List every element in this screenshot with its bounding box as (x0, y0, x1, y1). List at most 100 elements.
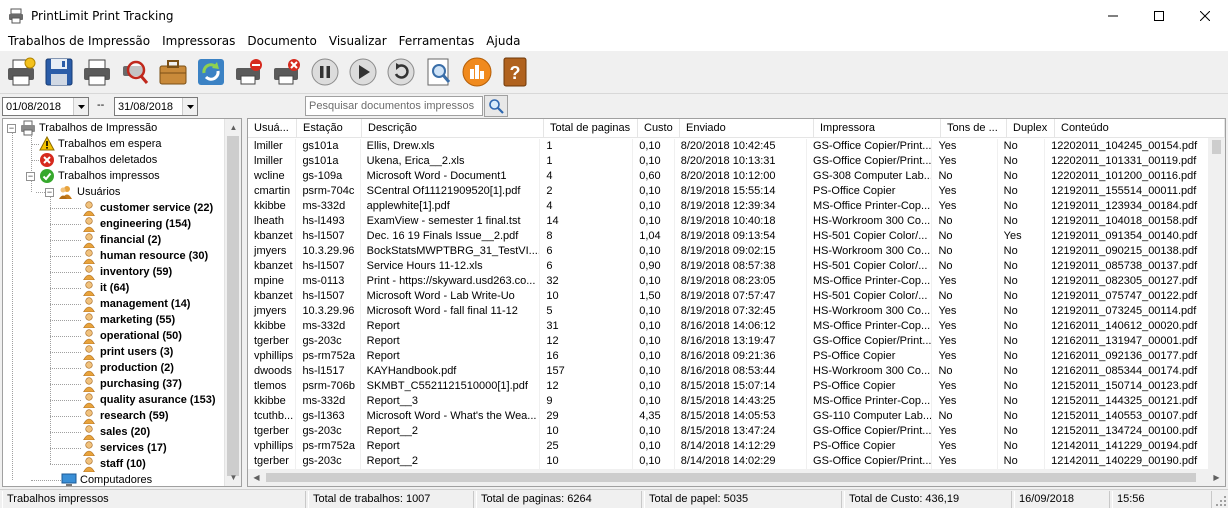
column-header[interactable]: Enviado (680, 119, 814, 138)
save-button[interactable] (41, 54, 77, 90)
table-horizontal-scrollbar[interactable]: ◀ ▶ (248, 469, 1225, 486)
column-header[interactable]: Tons de ... (941, 119, 1007, 138)
scrollbar-thumb[interactable] (1212, 140, 1221, 154)
scroll-down-arrow[interactable]: ▼ (225, 469, 241, 486)
table-row[interactable]: wcline gs-109a Microsoft Word - Document1 4… (248, 169, 1213, 184)
table-row[interactable]: tgerber gs-203c Report__2 10 0,10 8/15/2018 1… (248, 424, 1213, 439)
tree-node-user-group[interactable]: purchasing (37) (81, 376, 182, 392)
tree-node-computers[interactable]: Computadores (61, 472, 152, 486)
resize-grip-icon[interactable] (1215, 495, 1227, 507)
expand-collapse-toggle[interactable]: − (7, 123, 16, 133)
refresh-button[interactable] (193, 54, 229, 90)
print-button[interactable] (79, 54, 115, 90)
column-header[interactable]: Duplex (1007, 119, 1055, 138)
table-row[interactable]: mpine ms-0113 Print - https://skyward.usd2… (248, 274, 1213, 289)
tree-node-user-group[interactable]: services (17) (81, 440, 167, 456)
column-header[interactable]: Custo (638, 119, 680, 138)
table-row[interactable]: kbanzet hs-l1507 Dec. 16 19 Finals Issue__… (248, 229, 1213, 244)
tree-connector (50, 197, 51, 464)
date-to-picker[interactable]: 31/08/2018 (114, 97, 198, 116)
column-header[interactable]: Usuá... (248, 119, 297, 138)
maximize-button[interactable] (1136, 0, 1182, 32)
tree-node-user-group[interactable]: print users (3) (81, 344, 173, 360)
table-row[interactable]: vphillips ps-rm752a Report 16 0,10 8/16/2018 … (248, 349, 1213, 364)
chevron-down-icon[interactable] (182, 98, 197, 115)
table-row[interactable]: lmiller gs101a Ukena, Erica__2.xls 1 0,10 8/2… (248, 154, 1213, 169)
menu-document[interactable]: Documento (241, 32, 323, 51)
scrollbar-thumb[interactable] (227, 136, 239, 476)
delete-printer-button[interactable] (269, 54, 305, 90)
preview-button[interactable] (421, 54, 457, 90)
tree-node-user-group[interactable]: management (14) (81, 296, 190, 312)
play-button[interactable] (345, 54, 381, 90)
tree-node-user-group[interactable]: marketing (55) (81, 312, 175, 328)
tree-node-user-group[interactable]: production (2) (81, 360, 174, 376)
tree-node-user-group[interactable]: it (64) (81, 280, 129, 296)
search-button[interactable] (484, 95, 508, 117)
help-button[interactable]: ? (497, 54, 533, 90)
table-row[interactable]: tlemos psrm-706b SKMBT_C5521121510000[1].p… (248, 379, 1213, 394)
table-cell: kbanzet (248, 229, 297, 244)
table-row[interactable]: lmiller gs101a Ellis, Drew.xls 1 0,10 8/20/20… (248, 139, 1213, 154)
scroll-right-arrow[interactable]: ▶ (1208, 469, 1225, 486)
tree-scrollbar[interactable]: ▲ ▼ (224, 119, 241, 486)
tree-node-user-group[interactable]: sales (20) (81, 424, 150, 440)
tree-node-deleted-jobs[interactable]: Trabalhos deletados (39, 152, 157, 168)
tree-node-user-group[interactable]: human resource (30) (81, 248, 208, 264)
table-row[interactable]: kbanzet hs-l1507 Microsoft Word - Lab Writ… (248, 289, 1213, 304)
new-job-button[interactable] (3, 54, 39, 90)
tree-node-users[interactable]: − Usuários (45, 184, 120, 200)
tree-node-user-group[interactable]: quality asurance (153) (81, 392, 216, 408)
column-header[interactable]: Total de paginas (544, 119, 638, 138)
table-row[interactable]: kkibbe ms-332d applewhite[1].pdf 4 0,10 8/19/… (248, 199, 1213, 214)
inspect-printer-button[interactable] (117, 54, 153, 90)
tree-node-print-jobs[interactable]: − Trabalhos de Impressão (7, 120, 157, 136)
minimize-button[interactable] (1090, 0, 1136, 32)
tree-node-user-group[interactable]: customer service (22) (81, 200, 213, 216)
menu-printers[interactable]: Impressoras (156, 32, 241, 51)
expand-collapse-toggle[interactable]: − (45, 187, 54, 197)
table-row[interactable]: dwoods hs-l1517 KAYHandbook.pdf 157 0,10 8/16… (248, 364, 1213, 379)
table-row[interactable]: kkibbe ms-332d Report 31 0,10 8/16/2018 14:06… (248, 319, 1213, 334)
menu-tools[interactable]: Ferramentas (393, 32, 481, 51)
tree-node-printed-jobs[interactable]: − Trabalhos impressos (26, 168, 160, 184)
column-header[interactable]: Descrição (362, 119, 544, 138)
search-input[interactable] (305, 96, 483, 116)
stop-printer-button[interactable] (231, 54, 267, 90)
tree-node-user-group[interactable]: engineering (154) (81, 216, 191, 232)
table-vertical-scrollbar[interactable] (1208, 138, 1225, 471)
table-row[interactable]: tgerber gs-203c Report__2 10 0,10 8/14/2018 1… (248, 454, 1213, 469)
table-row[interactable]: kbanzet hs-l1507 Service Hours 11-12.xls 6 0… (248, 259, 1213, 274)
table-row[interactable]: jmyers 10.3.29.96 Microsoft Word - fall fi… (248, 304, 1213, 319)
menu-help[interactable]: Ajuda (480, 32, 526, 51)
scroll-left-arrow[interactable]: ◀ (248, 469, 265, 486)
restart-button[interactable] (383, 54, 419, 90)
tree-node-waiting-jobs[interactable]: Trabalhos em espera (39, 136, 162, 152)
tree-node-user-group[interactable]: financial (2) (81, 232, 161, 248)
scrollbar-thumb[interactable] (266, 473, 1196, 482)
tree-node-user-group[interactable]: staff (10) (81, 456, 146, 472)
table-row[interactable]: tgerber gs-203c Report 12 0,10 8/16/2018 13:1… (248, 334, 1213, 349)
pause-button[interactable] (307, 54, 343, 90)
table-row[interactable]: jmyers 10.3.29.96 BockStatsMWPTBRG_31_Test… (248, 244, 1213, 259)
menu-print-jobs[interactable]: Trabalhos de Impressão (2, 32, 156, 51)
tree-node-user-group[interactable]: research (59) (81, 408, 169, 424)
table-row[interactable]: tcuthb... gs-l1363 Microsoft Word - What's… (248, 409, 1213, 424)
column-header[interactable]: Conteúdo (1055, 119, 1225, 138)
tree-node-user-group[interactable]: inventory (59) (81, 264, 172, 280)
table-row[interactable]: cmartin psrm-704c SCentral Of11121909520[1… (248, 184, 1213, 199)
table-row[interactable]: kkibbe ms-332d Report__3 9 0,10 8/15/2018 14:… (248, 394, 1213, 409)
jobs-briefcase-button[interactable] (155, 54, 191, 90)
menu-view[interactable]: Visualizar (323, 32, 393, 51)
scroll-up-arrow[interactable]: ▲ (225, 119, 241, 136)
expand-collapse-toggle[interactable]: − (26, 171, 35, 181)
report-chart-button[interactable] (459, 54, 495, 90)
tree-node-user-group[interactable]: operational (50) (81, 328, 182, 344)
close-button[interactable] (1182, 0, 1228, 32)
chevron-down-icon[interactable] (73, 98, 88, 115)
column-header[interactable]: Impressora (814, 119, 941, 138)
column-header[interactable]: Estação (297, 119, 362, 138)
date-from-picker[interactable]: 01/08/2018 (2, 97, 89, 116)
table-row[interactable]: lheath hs-l1493 ExamView - semester 1 fina… (248, 214, 1213, 229)
table-row[interactable]: vphillips ps-rm752a Report 25 0,10 8/14/2018 … (248, 439, 1213, 454)
